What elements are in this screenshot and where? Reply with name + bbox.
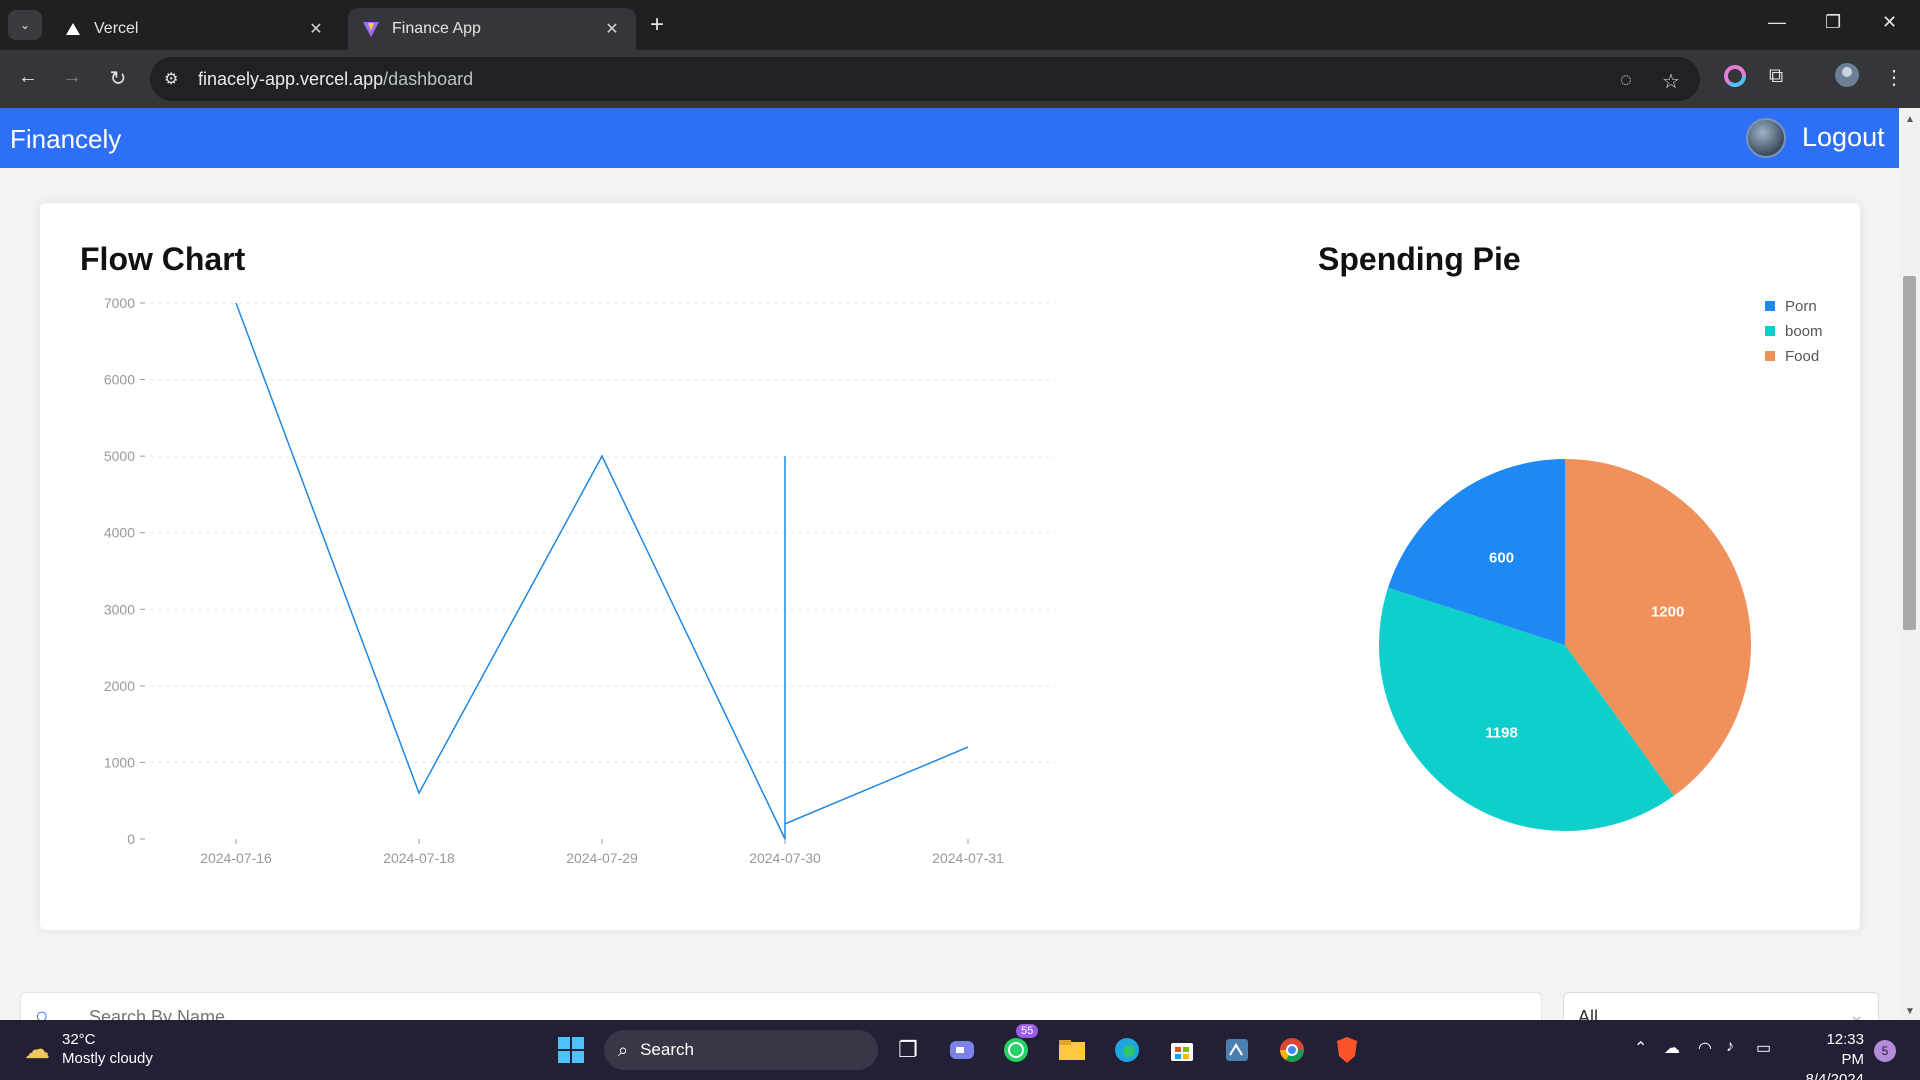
app-header: Financely Logout	[0, 108, 1899, 168]
close-tab-icon[interactable]: ✕	[306, 19, 326, 39]
search-icon: ○	[35, 1003, 49, 1020]
extensions-puzzle-icon[interactable]: ⧉	[1769, 65, 1783, 88]
clock-date: 8/4/2024	[1805, 1071, 1864, 1080]
x-tick-label: 2024-07-18	[383, 850, 455, 866]
weather-widget[interactable]: ☁ 32°C Mostly cloudy	[24, 1030, 153, 1068]
x-tick-label: 2024-07-16	[200, 850, 272, 866]
search-input[interactable]	[89, 1007, 989, 1020]
mysql-workbench-icon[interactable]	[1219, 1032, 1255, 1068]
search-icon: ⌕	[618, 1039, 629, 1060]
wifi-icon[interactable]: ◠	[1698, 1038, 1712, 1058]
scroll-thumb[interactable]	[1903, 276, 1916, 630]
windows-start-icon[interactable]	[553, 1032, 589, 1068]
notification-count-badge[interactable]: 5	[1874, 1040, 1896, 1062]
file-explorer-icon[interactable]	[1054, 1032, 1090, 1068]
browser-tab-bar: ⌄ Vercel ✕ Finance App ✕ + — ❐ ✕	[0, 0, 1920, 50]
y-tick-label: 5000	[104, 448, 135, 464]
filter-selected-value: All	[1578, 1007, 1599, 1020]
legend-swatch	[1765, 351, 1775, 361]
browser-toolbar: ← → ↻ ⚙ finacely-app.vercel.app/dashboar…	[0, 50, 1920, 108]
legend-swatch	[1765, 326, 1775, 336]
type-filter-select[interactable]: All ⌄	[1563, 992, 1879, 1020]
close-window-icon[interactable]: ✕	[1882, 12, 1897, 33]
windows-taskbar: ☁ 32°C Mostly cloudy ⌕ Search ❐ 55 ⌃ ☁ ◠…	[0, 1020, 1920, 1080]
microsoft-store-icon[interactable]	[1164, 1032, 1200, 1068]
logout-button[interactable]: Logout	[1802, 122, 1885, 153]
y-tick-label: 2000	[104, 678, 135, 694]
temperature: 32°C	[62, 1031, 96, 1048]
y-tick-label: 4000	[104, 525, 135, 541]
brand-logo[interactable]: Financely	[10, 124, 121, 155]
cloudy-weather-icon: ☁	[24, 1033, 50, 1064]
legend-label[interactable]: boom	[1785, 323, 1823, 340]
system-clock[interactable]: 12:33 PM 8/4/2024	[1800, 1030, 1864, 1080]
y-tick-label: 6000	[104, 372, 135, 388]
tab-title: Finance App	[392, 20, 481, 37]
chrome-browser-icon[interactable]	[1274, 1032, 1310, 1068]
y-tick-label: 7000	[104, 295, 135, 311]
onedrive-cloud-icon[interactable]: ☁	[1664, 1038, 1680, 1058]
flow-line-chart: 0 1000 2000 3000 4000 5000 6000 7000 2024-07-16 2…	[104, 295, 1055, 866]
scroll-up-arrow-icon[interactable]: ▲	[1905, 114, 1915, 125]
y-tick-label: 3000	[104, 601, 135, 617]
clock-time: 12:33 PM	[1826, 1031, 1864, 1068]
eye-off-icon[interactable]: ◌	[1620, 69, 1632, 92]
scroll-down-arrow-icon[interactable]: ▼	[1905, 1006, 1915, 1017]
y-tick-label: 1000	[104, 754, 135, 770]
user-avatar[interactable]	[1746, 118, 1786, 158]
back-icon[interactable]: ←	[14, 66, 42, 89]
show-hidden-icons-chevron-icon[interactable]: ⌃	[1634, 1038, 1647, 1058]
address-bar[interactable]: ⚙ finacely-app.vercel.app/dashboard ◌ ☆	[150, 57, 1700, 101]
tab-vercel[interactable]: Vercel ✕	[50, 8, 340, 50]
battery-icon[interactable]: ▭	[1756, 1038, 1771, 1058]
star-bookmark-icon[interactable]: ☆	[1662, 69, 1680, 94]
color-extension-icon[interactable]	[1724, 65, 1746, 93]
new-tab-icon[interactable]: +	[650, 12, 664, 38]
profile-avatar-icon[interactable]	[1834, 62, 1860, 94]
restore-icon[interactable]: ❐	[1825, 12, 1841, 33]
vite-logo-icon	[362, 20, 380, 38]
x-tick-label: 2024-07-31	[932, 850, 1004, 866]
taskbar-search[interactable]: ⌕ Search	[604, 1030, 878, 1070]
legend-label[interactable]: Porn	[1785, 298, 1817, 315]
pie-slice-value-label: 1198	[1485, 724, 1518, 741]
y-tick-label: 0	[127, 831, 135, 847]
taskbar-search-label: Search	[640, 1040, 694, 1059]
browser-menu-icon[interactable]: ⋮	[1884, 65, 1904, 90]
legend-swatch	[1765, 301, 1775, 311]
dashboard-content: Flow Chart Spending Pie 0 1000 2000 3000 400…	[0, 168, 1899, 1020]
charts-card: Flow Chart Spending Pie 0 1000 2000 3000 400…	[40, 203, 1860, 930]
task-view-icon[interactable]: ❐	[890, 1032, 926, 1068]
legend-label[interactable]: Food	[1785, 348, 1819, 365]
reload-icon[interactable]: ↻	[104, 66, 132, 91]
spending-pie-chart: 1200 1198 600 Porn boom Food	[1379, 298, 1823, 832]
search-bar[interactable]: ○	[20, 992, 1542, 1020]
brave-browser-icon[interactable]	[1329, 1032, 1365, 1068]
flow-series-line	[235, 302, 969, 840]
tab-finance-app[interactable]: Finance App ✕	[348, 8, 636, 50]
pie-slice-value-label: 1200	[1651, 604, 1684, 621]
weather-condition: Mostly cloudy	[62, 1050, 153, 1067]
tab-search-button[interactable]: ⌄	[8, 10, 42, 40]
volume-icon[interactable]: ♪	[1726, 1038, 1734, 1056]
pie-slice-value-label: 600	[1489, 550, 1514, 567]
url-text: finacely-app.vercel.app/dashboard	[198, 68, 474, 89]
vercel-triangle-icon	[64, 20, 82, 38]
tab-title: Vercel	[94, 20, 139, 37]
chevron-down-icon: ⌄	[1848, 1005, 1864, 1020]
minimize-icon[interactable]: —	[1768, 12, 1786, 33]
forward-icon[interactable]: →	[58, 66, 86, 89]
teams-chat-icon[interactable]	[944, 1032, 980, 1068]
page-scrollbar[interactable]: ▲ ▼	[1899, 108, 1920, 1020]
edge-browser-icon[interactable]	[1109, 1032, 1145, 1068]
site-settings-icon[interactable]: ⚙	[164, 69, 188, 89]
whatsapp-badge: 55	[1016, 1024, 1039, 1038]
x-tick-label: 2024-07-30	[749, 850, 821, 866]
x-tick-label: 2024-07-29	[566, 850, 638, 866]
close-tab-icon[interactable]: ✕	[602, 19, 622, 39]
